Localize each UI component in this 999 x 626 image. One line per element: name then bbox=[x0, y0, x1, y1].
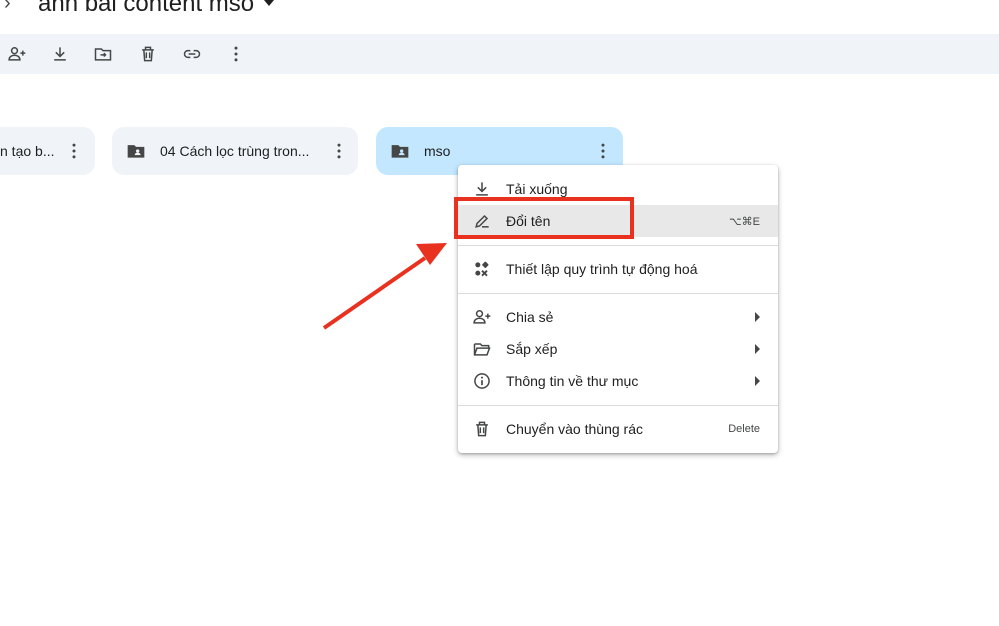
menu-item-label: Chia sẻ bbox=[506, 309, 554, 325]
menu-item-label: Chuyển vào thùng rác bbox=[506, 421, 643, 437]
menu-item-label: Thông tin về thư mục bbox=[506, 373, 639, 389]
move-button[interactable] bbox=[91, 42, 115, 66]
more-vert-icon[interactable] bbox=[64, 141, 84, 161]
menu-item-move-to-trash[interactable]: Chuyển vào thùng rác Delete bbox=[458, 413, 778, 445]
trash-icon bbox=[476, 421, 488, 437]
submenu-arrow-icon bbox=[755, 312, 760, 322]
download-icon bbox=[54, 47, 66, 61]
delete-button[interactable] bbox=[136, 42, 160, 66]
more-vert-icon[interactable] bbox=[329, 141, 349, 161]
shared-folder-icon bbox=[127, 145, 145, 158]
move-to-folder-icon bbox=[94, 48, 112, 61]
share-person-icon bbox=[473, 310, 491, 324]
menu-shortcut: ⌥⌘E bbox=[728, 216, 760, 228]
download-icon bbox=[476, 182, 488, 196]
trash-icon bbox=[142, 46, 154, 62]
shared-folder-icon bbox=[391, 145, 409, 158]
menu-divider bbox=[458, 245, 778, 246]
menu-item-organize[interactable]: Sắp xếp bbox=[458, 333, 778, 365]
menu-shortcut: Delete bbox=[728, 423, 760, 435]
copy-link-button[interactable] bbox=[180, 42, 204, 66]
share-button[interactable] bbox=[5, 42, 29, 66]
folder-name: mso bbox=[424, 143, 451, 159]
link-icon bbox=[183, 49, 201, 59]
more-vert-icon bbox=[234, 46, 238, 62]
menu-item-label: Sắp xếp bbox=[506, 341, 558, 357]
menu-item-folder-info[interactable]: Thông tin về thư mục bbox=[458, 365, 778, 397]
add-user-icon bbox=[8, 47, 26, 61]
submenu-arrow-icon bbox=[755, 344, 760, 354]
menu-item-share[interactable]: Chia sẻ bbox=[458, 301, 778, 333]
folder-name: 04 Cách lọc trùng tron... bbox=[160, 143, 310, 159]
download-button[interactable] bbox=[48, 42, 72, 66]
folder-name: n tạo b... bbox=[0, 143, 55, 159]
folder-card[interactable]: n tạo b... bbox=[0, 127, 95, 175]
workflow-icon bbox=[475, 261, 489, 277]
page-title[interactable]: anh bai content mso bbox=[38, 0, 254, 18]
folder-card[interactable]: 04 Cách lọc trùng tron... bbox=[112, 127, 358, 175]
menu-item-label: Tải xuống bbox=[506, 181, 568, 197]
menu-divider bbox=[458, 293, 778, 294]
menu-item-label: Thiết lập quy trình tự động hoá bbox=[506, 261, 698, 277]
menu-item-automation[interactable]: Thiết lập quy trình tự động hoá bbox=[458, 253, 778, 285]
selection-toolbar bbox=[0, 34, 999, 74]
menu-divider bbox=[458, 405, 778, 406]
more-vert-icon[interactable] bbox=[593, 141, 613, 161]
info-icon bbox=[474, 373, 490, 389]
drive-page: › anh bai content mso n tạo b... 04 Cách… bbox=[0, 0, 999, 626]
breadcrumb-chevron-icon[interactable]: › bbox=[4, 0, 11, 15]
submenu-arrow-icon bbox=[755, 376, 760, 386]
title-dropdown-icon[interactable] bbox=[264, 0, 274, 6]
folder-open-icon bbox=[473, 343, 491, 356]
more-actions-button[interactable] bbox=[224, 42, 248, 66]
annotation-highlight-box bbox=[454, 197, 634, 239]
